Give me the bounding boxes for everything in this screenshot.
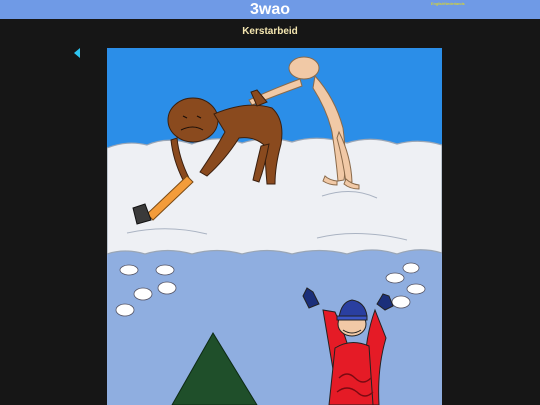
language-link-english[interactable]: English <box>431 1 444 6</box>
language-link-nederlands[interactable]: Nederlands <box>444 1 464 6</box>
language-switcher: EnglishNederlands <box>431 1 465 6</box>
comic-image <box>107 48 442 405</box>
comic-illustration <box>107 48 442 405</box>
comic-title: Kerstarbeid <box>242 26 298 37</box>
previous-comic-arrow-icon[interactable] <box>74 48 80 58</box>
